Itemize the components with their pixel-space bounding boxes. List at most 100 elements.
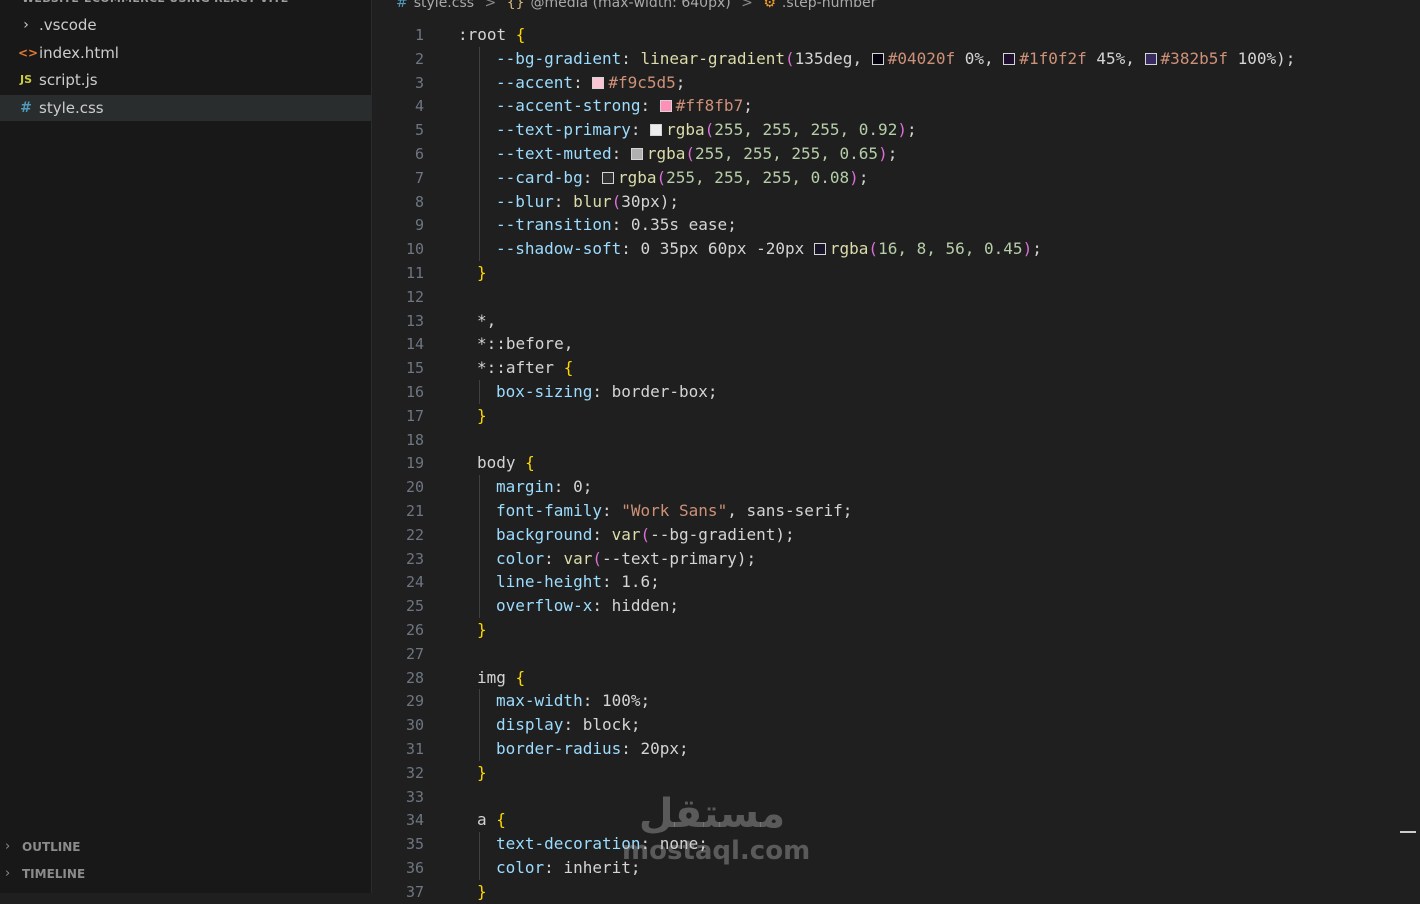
code-line[interactable]: 13 *, bbox=[372, 309, 1420, 333]
line-number[interactable]: 23 bbox=[372, 547, 424, 571]
line-number[interactable]: 7 bbox=[372, 166, 424, 190]
code-line[interactable]: 11} bbox=[372, 261, 1420, 285]
line-number[interactable]: 15 bbox=[372, 356, 424, 380]
code-line[interactable]: 33 bbox=[372, 785, 1420, 809]
code-line[interactable]: 36 color: inherit; bbox=[372, 856, 1420, 880]
tree-item-script-js[interactable]: JS script.js bbox=[0, 67, 371, 93]
line-number[interactable]: 25 bbox=[372, 594, 424, 618]
color-swatch[interactable] bbox=[592, 76, 605, 89]
code-line[interactable]: 15 *::after { bbox=[372, 356, 1420, 380]
indent-guide bbox=[479, 237, 480, 262]
line-number[interactable]: 26 bbox=[372, 618, 424, 642]
line-number[interactable]: 9 bbox=[372, 213, 424, 237]
code-line[interactable]: 17} bbox=[372, 404, 1420, 428]
code-line[interactable]: 21 font-family: "Work Sans", sans-serif; bbox=[372, 499, 1420, 523]
line-number[interactable]: 29 bbox=[372, 689, 424, 713]
tree-item-vscode-folder[interactable]: › .vscode bbox=[0, 12, 371, 38]
line-number[interactable]: 22 bbox=[372, 523, 424, 547]
color-swatch[interactable] bbox=[659, 100, 672, 113]
line-number[interactable]: 34 bbox=[372, 808, 424, 832]
line-number[interactable]: 5 bbox=[372, 118, 424, 142]
code-line[interactable]: 26} bbox=[372, 618, 1420, 642]
code-lines[interactable]: 1:root {2 --bg-gradient: linear-gradient(… bbox=[372, 23, 1420, 901]
code-text: --accent-strong: #ff8fb7; bbox=[496, 96, 753, 116]
color-swatch[interactable] bbox=[871, 52, 884, 65]
code-line[interactable]: 22 background: var(--bg-gradient); bbox=[372, 522, 1420, 547]
code-line[interactable]: 14 *::before, bbox=[372, 332, 1420, 356]
code-line[interactable]: 6 --text-muted: rgba(255, 255, 255, 0.65)… bbox=[372, 142, 1420, 166]
tree-item-index-html[interactable]: <> index.html bbox=[0, 40, 371, 66]
line-number[interactable]: 13 bbox=[372, 309, 424, 333]
line-number[interactable]: 1 bbox=[372, 23, 424, 47]
code-line[interactable]: 35 text-decoration: none; bbox=[372, 832, 1420, 857]
line-number[interactable]: 19 bbox=[372, 451, 424, 475]
code-line[interactable]: 4 --accent-strong: #ff8fb7; bbox=[372, 94, 1420, 119]
line-number[interactable]: 18 bbox=[372, 428, 424, 452]
color-swatch[interactable] bbox=[813, 243, 826, 256]
code-line[interactable]: 20 margin: 0; bbox=[372, 475, 1420, 500]
code-line[interactable]: 32} bbox=[372, 761, 1420, 785]
line-number[interactable]: 33 bbox=[372, 785, 424, 809]
tree-item-style-css[interactable]: # style.css bbox=[0, 95, 371, 121]
color-swatch[interactable] bbox=[601, 171, 614, 184]
line-number[interactable]: 12 bbox=[372, 285, 424, 309]
code-line[interactable]: 3 --accent: #f9c5d5; bbox=[372, 70, 1420, 95]
color-swatch[interactable] bbox=[1144, 52, 1157, 65]
breadcrumb-media[interactable]: @media (max-width: 640px) bbox=[531, 0, 731, 11]
code-line[interactable]: 28 img { bbox=[372, 666, 1420, 690]
breadcrumb-selector[interactable]: .step-number bbox=[782, 0, 876, 11]
code-line[interactable]: 1:root { bbox=[372, 23, 1420, 47]
line-number[interactable]: 3 bbox=[372, 71, 424, 95]
code-line[interactable]: 24 line-height: 1.6; bbox=[372, 570, 1420, 595]
line-number[interactable]: 4 bbox=[372, 94, 424, 118]
outline-panel-header[interactable]: › OUTLINE bbox=[0, 834, 371, 860]
code-line[interactable]: 34 a { bbox=[372, 808, 1420, 832]
line-number[interactable]: 35 bbox=[372, 832, 424, 856]
line-number[interactable]: 21 bbox=[372, 499, 424, 523]
code-line[interactable]: 30 display: block; bbox=[372, 713, 1420, 738]
code-line[interactable]: 27 bbox=[372, 642, 1420, 666]
code-line[interactable]: 2 --bg-gradient: linear-gradient(135deg, … bbox=[372, 46, 1420, 71]
color-swatch[interactable] bbox=[630, 148, 643, 160]
code-editor[interactable]: # style.css > {} @media (max-width: 640px)… bbox=[372, 0, 1420, 901]
code-line[interactable]: 5 --text-primary: rgba(255, 255, 255, 0.9… bbox=[372, 118, 1420, 143]
code-line[interactable]: 8 --blur: blur(30px); bbox=[372, 189, 1420, 214]
breadcrumb-file[interactable]: style.css bbox=[414, 0, 474, 11]
code-line[interactable]: 18 bbox=[372, 428, 1420, 452]
color-swatch[interactable] bbox=[650, 124, 663, 137]
explorer-sidebar: WEBSITE-ECOMMERCE USING REACT VITE › .vs… bbox=[0, 0, 372, 893]
code-line[interactable]: 23 color: var(--text-primary); bbox=[372, 546, 1420, 571]
indent-guide bbox=[479, 570, 480, 595]
line-number[interactable]: 28 bbox=[372, 666, 424, 690]
line-number[interactable]: 32 bbox=[372, 761, 424, 785]
timeline-panel-header[interactable]: › TIMELINE bbox=[0, 861, 371, 887]
line-number[interactable]: 2 bbox=[372, 47, 424, 71]
code-line[interactable]: 29 max-width: 100%; bbox=[372, 689, 1420, 714]
code-line[interactable]: 31 border-radius: 20px; bbox=[372, 737, 1420, 761]
scroll-indicator[interactable] bbox=[1400, 831, 1416, 833]
code-line[interactable]: 9 --transition: 0.35s ease; bbox=[372, 213, 1420, 238]
line-number[interactable]: 10 bbox=[372, 237, 424, 261]
line-number[interactable]: 6 bbox=[372, 142, 424, 166]
code-line[interactable]: 10 --shadow-soft: 0 35px 60px -20px rgba(… bbox=[372, 237, 1420, 262]
line-number[interactable]: 36 bbox=[372, 856, 424, 880]
code-line[interactable]: 19 body { bbox=[372, 451, 1420, 475]
line-number[interactable]: 16 bbox=[372, 380, 424, 404]
line-number[interactable]: 30 bbox=[372, 713, 424, 737]
line-number[interactable]: 11 bbox=[372, 261, 424, 285]
line-number[interactable]: 14 bbox=[372, 332, 424, 356]
line-number[interactable]: 24 bbox=[372, 570, 424, 594]
color-swatch[interactable] bbox=[1003, 52, 1016, 65]
code-line[interactable]: 37} bbox=[372, 880, 1420, 904]
code-line[interactable]: 7 --card-bg: rgba(255, 255, 255, 0.08); bbox=[372, 165, 1420, 190]
line-number[interactable]: 20 bbox=[372, 475, 424, 499]
explorer-workspace-title[interactable]: WEBSITE-ECOMMERCE USING REACT VITE bbox=[0, 0, 371, 10]
line-number[interactable]: 27 bbox=[372, 642, 424, 666]
code-line[interactable]: 25 overflow-x: hidden; bbox=[372, 594, 1420, 619]
line-number[interactable]: 37 bbox=[372, 880, 424, 904]
line-number[interactable]: 17 bbox=[372, 404, 424, 428]
line-number[interactable]: 31 bbox=[372, 737, 424, 761]
code-line[interactable]: 12 bbox=[372, 285, 1420, 309]
code-line[interactable]: 16 box-sizing: border-box; bbox=[372, 380, 1420, 404]
line-number[interactable]: 8 bbox=[372, 190, 424, 214]
